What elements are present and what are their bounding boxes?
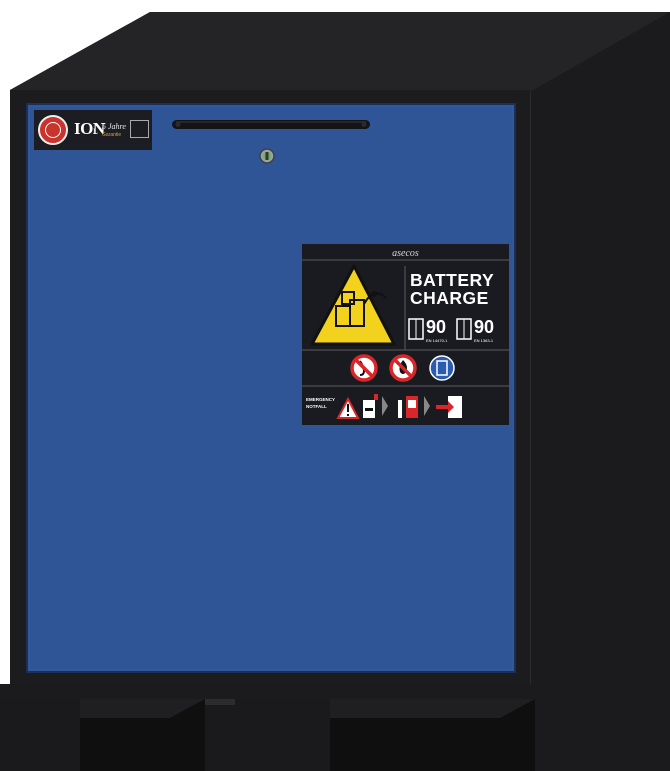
disconnect-icon xyxy=(398,396,418,418)
chevron-right-icon xyxy=(382,396,388,416)
mandatory-instruction-icon xyxy=(429,355,455,381)
fire-resistance-icon xyxy=(408,318,424,340)
chevron-right-icon-2 xyxy=(424,396,430,416)
warranty-years-text: 5 Jahre xyxy=(102,122,126,131)
emergency-warning-icon xyxy=(336,396,360,419)
certification-icon xyxy=(130,120,149,138)
exit-door-icon xyxy=(436,396,462,418)
fire-resistance-icon-2 xyxy=(456,318,472,340)
plinth-top xyxy=(0,684,535,699)
fire-rating-standard-2: EN 1363-1 xyxy=(474,338,494,343)
battery-warning-icon xyxy=(310,264,396,346)
door-lock[interactable] xyxy=(259,148,275,164)
charging-station-icon xyxy=(363,394,378,418)
notfall-text: NOTFALL xyxy=(306,404,327,409)
cabinet-side-panel xyxy=(530,12,670,771)
fire-rating-value-2: 90 xyxy=(474,317,495,337)
label-title-line1: BATTERY xyxy=(410,270,495,290)
plinth-foot-left xyxy=(0,699,80,771)
no-water-icon xyxy=(350,354,378,382)
fire-rating-value-1: 90 xyxy=(426,317,447,337)
emergency-text: EMERGENCY xyxy=(306,397,336,402)
plinth-foot-middle xyxy=(205,699,330,771)
quality-seal-icon xyxy=(38,115,68,145)
ion-brand-text: ION xyxy=(74,119,105,138)
no-fire-icon xyxy=(389,354,417,382)
warranty-note: Garantie xyxy=(102,132,122,138)
fire-rating-standard-1: EN 14470-1 xyxy=(426,338,448,343)
ion-brand-sub: L xyxy=(93,127,98,136)
battery-charge-label: asecos BATTERY CHARGE 90 EN 14470-1 90 E… xyxy=(302,244,509,425)
battery-charge-cabinet: ION L 5 Jahre Garantie asecos BATTERY CH… xyxy=(0,0,670,771)
door-handle[interactable] xyxy=(172,120,370,129)
label-title-line2: CHARGE xyxy=(410,288,489,308)
ion-logo-badge: ION L 5 Jahre Garantie xyxy=(34,110,152,150)
